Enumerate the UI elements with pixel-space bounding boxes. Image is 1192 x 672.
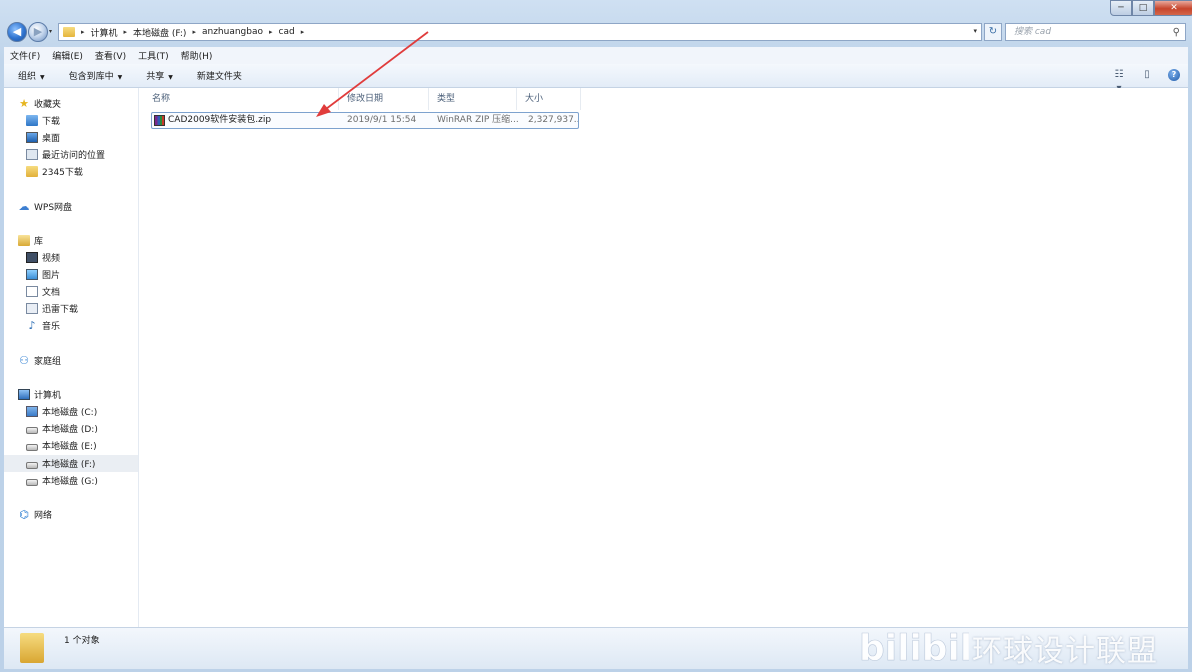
explorer-window: ─ □ ✕ ◀ ▶ ▾ ▸ 计算机 ▸ 本地磁盘 (F:) ▸ anzhuang… — [0, 0, 1192, 672]
arrow-shaft — [321, 31, 429, 113]
annotation-arrow — [316, 31, 429, 117]
svg-text:bilibili: bilibili — [859, 628, 969, 668]
watermark: bilibili 环球设计联盟 — [857, 622, 1187, 670]
bilibili-logo: bilibili — [859, 628, 985, 670]
watermark-text: 环球设计联盟 — [972, 634, 1158, 669]
